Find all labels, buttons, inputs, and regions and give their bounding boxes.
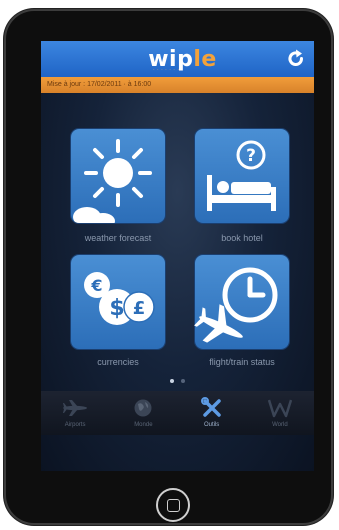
sun-cloud-icon <box>73 139 152 223</box>
book-hotel-label: book hotel <box>221 233 263 243</box>
airplane-icon <box>62 397 88 419</box>
tools-icon <box>200 397 223 419</box>
flight-train-status-label: flight/train status <box>209 357 275 367</box>
refresh-button[interactable] <box>284 47 308 71</box>
airplane-icon <box>194 304 243 343</box>
home-button[interactable] <box>156 488 190 522</box>
svg-text:€: € <box>90 276 102 295</box>
hotel-bed-icon: ? <box>207 140 276 211</box>
refresh-icon <box>288 49 304 66</box>
svg-text:£: £ <box>133 298 146 319</box>
page-dot-2[interactable] <box>181 379 185 383</box>
home-square-icon <box>166 498 180 512</box>
tab-monde[interactable]: Monde <box>113 391 173 435</box>
page-indicator[interactable] <box>41 379 314 383</box>
currency-coins-icon: € $ £ <box>84 272 155 325</box>
app-screen: wiple · · · · · · · Mise à jour : 17/02/… <box>41 41 314 471</box>
tab-bar: Airports Monde Outils World <box>41 391 314 435</box>
logo-accent-text: le <box>193 46 217 72</box>
logo-tagline: · · · · · · · <box>153 67 180 73</box>
weather-forecast-tile[interactable] <box>71 129 165 223</box>
w-icon <box>267 397 292 419</box>
page-dot-1[interactable] <box>170 379 174 383</box>
tab-airports-label: Airports <box>64 422 86 428</box>
tab-airports[interactable]: Airports <box>45 391 105 435</box>
tab-monde-label: Monde <box>134 422 153 428</box>
tab-world-label: World <box>272 422 288 428</box>
svg-text:$: $ <box>109 296 124 321</box>
currencies-label: currencies <box>97 357 139 367</box>
tab-outils[interactable]: Outils <box>182 391 242 435</box>
svg-text:?: ? <box>246 146 256 166</box>
book-hotel-tile[interactable]: ? <box>195 129 289 223</box>
phone-frame: wiple · · · · · · · Mise à jour : 17/02/… <box>4 9 333 525</box>
app-header: wiple · · · · · · · <box>41 41 314 77</box>
globe-icon <box>133 397 153 419</box>
tab-outils-label: Outils <box>203 422 220 428</box>
weather-forecast-label: weather forecast <box>84 233 152 243</box>
currencies-tile[interactable]: € $ £ <box>71 255 165 349</box>
last-update-bar: Mise à jour : 17/02/2011 · à 16:00 <box>41 77 314 93</box>
tab-world[interactable]: World <box>250 391 310 435</box>
